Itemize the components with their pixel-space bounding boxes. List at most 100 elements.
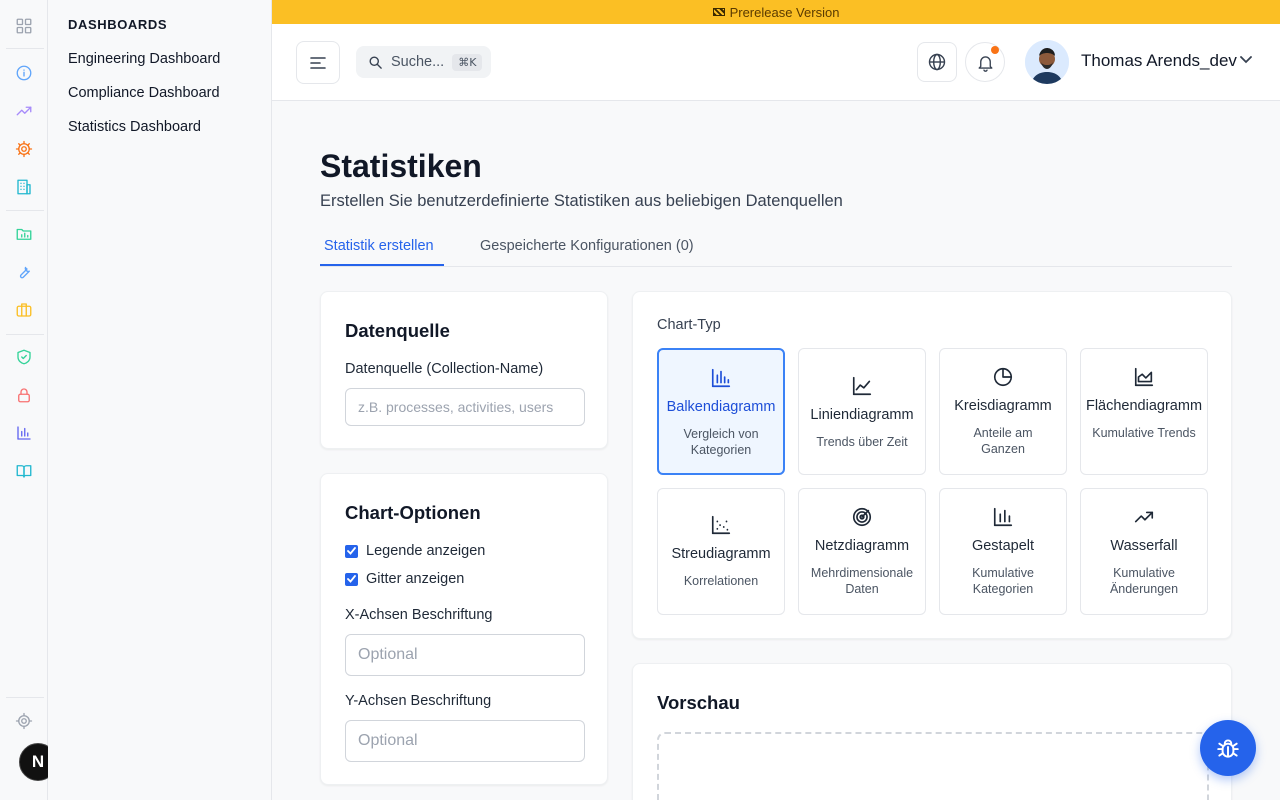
chart-options-title: Chart-Optionen bbox=[345, 502, 481, 523]
bug-icon bbox=[1217, 739, 1239, 758]
user-name[interactable]: Thomas Arends_dev bbox=[1081, 51, 1237, 71]
tab-saved-configurations[interactable]: Gespeicherte Konfigurationen (0) bbox=[480, 238, 694, 254]
legend-checkbox[interactable]: Legende anzeigen bbox=[345, 543, 485, 559]
info-icon[interactable] bbox=[14, 63, 34, 83]
chart-type-name: Wasserfall bbox=[1110, 538, 1178, 554]
chart-type-desc: Kumulative Kategorien bbox=[972, 566, 1034, 596]
chart-type-name: Balkendiagramm bbox=[666, 399, 776, 415]
sidebar-item-engineering[interactable]: Engineering Dashboard bbox=[68, 51, 220, 67]
search-shortcut: ⌘K bbox=[452, 53, 483, 71]
chart-type-name: Kreisdiagramm bbox=[954, 398, 1052, 414]
tab-bar: Statistik erstellen Gespeicherte Konfigu… bbox=[320, 227, 1232, 267]
chart-type-line[interactable]: Liniendiagramm Trends über Zeit bbox=[798, 348, 926, 475]
trending-up-icon[interactable] bbox=[14, 101, 34, 121]
sidebar-heading: DASHBOARDS bbox=[68, 17, 168, 32]
menu-icon bbox=[310, 56, 326, 69]
user-photo bbox=[1025, 40, 1069, 84]
preview-title: Vorschau bbox=[657, 692, 740, 713]
prerelease-banner: Prerelease Version bbox=[272, 0, 1280, 24]
wrench-icon[interactable] bbox=[14, 262, 34, 282]
folder-chart-icon[interactable] bbox=[14, 224, 34, 244]
shield-check-icon[interactable] bbox=[14, 347, 34, 367]
top-header: Suche... ⌘K Thomas Arends_dev bbox=[272, 24, 1280, 101]
briefcase-icon[interactable] bbox=[14, 300, 34, 320]
notifications-button[interactable] bbox=[965, 42, 1005, 82]
icon-rail bbox=[0, 0, 48, 800]
menu-toggle-button[interactable] bbox=[296, 41, 340, 84]
chart-type-desc: Kumulative Änderungen bbox=[1109, 566, 1179, 596]
datasource-input[interactable] bbox=[345, 388, 585, 426]
chart-type-stacked[interactable]: Gestapelt Kumulative Kategorien bbox=[939, 488, 1067, 615]
preview-card: Vorschau bbox=[632, 663, 1232, 800]
rail-divider bbox=[6, 697, 44, 698]
building-icon[interactable] bbox=[14, 177, 34, 197]
page-subtitle: Erstellen Sie benutzerdefinierte Statist… bbox=[320, 192, 843, 210]
construction-icon bbox=[712, 8, 725, 16]
chart-type-scatter[interactable]: Streudiagramm Korrelationen bbox=[657, 488, 785, 615]
grid-checkbox[interactable]: Gitter anzeigen bbox=[345, 571, 464, 587]
rail-divider bbox=[6, 334, 44, 335]
gear-icon[interactable] bbox=[14, 139, 34, 159]
y-axis-label-input[interactable] bbox=[345, 720, 585, 762]
x-axis-label-input[interactable] bbox=[345, 634, 585, 676]
search-button[interactable]: Suche... ⌘K bbox=[356, 46, 491, 78]
stacked-chart-icon bbox=[993, 507, 1013, 527]
area-chart-icon bbox=[1134, 367, 1154, 387]
waterfall-icon bbox=[1134, 511, 1154, 523]
book-icon[interactable] bbox=[14, 461, 34, 481]
rail-divider bbox=[6, 210, 44, 211]
chart-type-desc: Korrelationen bbox=[683, 574, 759, 588]
checkbox-checked-icon bbox=[345, 572, 358, 586]
line-chart-icon bbox=[852, 376, 872, 396]
lock-icon[interactable] bbox=[14, 385, 34, 405]
checkbox-checked-icon bbox=[345, 544, 358, 558]
chevron-down-icon[interactable] bbox=[1240, 56, 1252, 64]
scatter-chart-icon bbox=[711, 515, 731, 535]
pie-chart-icon bbox=[993, 367, 1013, 387]
chart-type-name: Streudiagramm bbox=[671, 546, 771, 562]
chart-type-pie[interactable]: Kreisdiagramm Anteile am Ganzen bbox=[939, 348, 1067, 475]
chart-options-card: Chart-Optionen Legende anzeigen Gitter a… bbox=[320, 473, 608, 785]
bar-chart-icon bbox=[711, 368, 731, 388]
chart-type-desc: Anteile am Ganzen bbox=[973, 426, 1033, 456]
chart-type-bar[interactable]: Balkendiagramm Vergleich von Kategorien bbox=[657, 348, 785, 475]
chart-type-name: Flächendiagramm bbox=[1085, 398, 1203, 414]
apps-icon[interactable] bbox=[14, 16, 34, 36]
tab-create-statistic[interactable]: Statistik erstellen bbox=[324, 238, 434, 254]
chart-type-desc: Mehrdimensionale Daten bbox=[810, 566, 914, 596]
x-axis-label-field-label: X-Achsen Beschriftung bbox=[345, 607, 493, 623]
dashboards-sidebar: DASHBOARDS Engineering Dashboard Complia… bbox=[48, 0, 272, 800]
y-axis-label-field-label: Y-Achsen Beschriftung bbox=[345, 693, 492, 709]
legend-label: Legende anzeigen bbox=[366, 543, 486, 559]
avatar[interactable] bbox=[1025, 40, 1069, 84]
chart-type-desc: Kumulative Trends bbox=[1092, 426, 1196, 440]
datasource-field-label: Datenquelle (Collection-Name) bbox=[345, 361, 544, 377]
grid-label: Gitter anzeigen bbox=[366, 571, 465, 587]
bell-icon bbox=[977, 55, 993, 72]
search-label: Suche... bbox=[391, 54, 445, 70]
sidebar-item-statistics[interactable]: Statistics Dashboard bbox=[68, 119, 201, 135]
rail-divider bbox=[6, 48, 44, 49]
chart-type-name: Liniendiagramm bbox=[810, 407, 914, 423]
search-icon bbox=[369, 56, 382, 69]
chart-type-radar[interactable]: Netzdiagramm Mehrdimensionale Daten bbox=[798, 488, 926, 615]
radar-chart-icon bbox=[852, 507, 872, 527]
bug-report-button[interactable] bbox=[1200, 720, 1256, 776]
chart-type-card: Chart-Typ Balkendiagramm Vergleich von K… bbox=[632, 291, 1232, 639]
datasource-title: Datenquelle bbox=[345, 320, 450, 341]
banner-text: Prerelease Version bbox=[729, 4, 840, 20]
page-title: Statistiken bbox=[320, 148, 482, 184]
chart-type-desc: Vergleich von Kategorien bbox=[683, 427, 759, 457]
settings-icon[interactable] bbox=[14, 711, 34, 731]
chart-type-desc: Trends über Zeit bbox=[816, 435, 908, 449]
chart-type-waterfall[interactable]: Wasserfall Kumulative Änderungen bbox=[1080, 488, 1208, 615]
chart-type-area[interactable]: Flächendiagramm Kumulative Trends bbox=[1080, 348, 1208, 475]
datasource-card: Datenquelle Datenquelle (Collection-Name… bbox=[320, 291, 608, 449]
sidebar-item-compliance[interactable]: Compliance Dashboard bbox=[68, 85, 220, 101]
preview-area bbox=[657, 732, 1209, 800]
language-button[interactable] bbox=[917, 42, 957, 82]
chart-type-name: Netzdiagramm bbox=[814, 538, 910, 554]
bar-chart-icon[interactable] bbox=[14, 423, 34, 443]
chart-type-label: Chart-Typ bbox=[657, 317, 721, 333]
active-tab-indicator bbox=[320, 264, 444, 266]
